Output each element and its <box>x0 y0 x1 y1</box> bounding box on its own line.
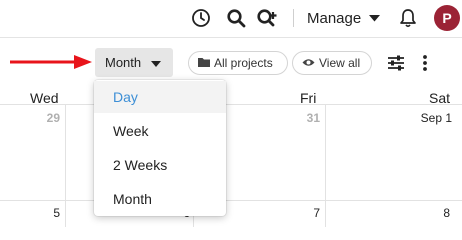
view-all-filter[interactable]: View all <box>292 51 372 75</box>
search-icon[interactable] <box>225 7 247 29</box>
date-cell-8[interactable]: 8 <box>430 206 450 220</box>
view-select-label: Month <box>105 55 142 70</box>
view-option-2-weeks[interactable]: 2 Weeks <box>94 149 226 181</box>
date-cell-sep-1[interactable]: Sep 1 <box>410 111 452 125</box>
grid-line <box>325 104 326 227</box>
grid-line <box>65 104 66 227</box>
topbar-divider <box>0 37 462 38</box>
sliders-icon[interactable] <box>385 52 407 74</box>
top-navigation-bar: Manage P <box>0 0 462 36</box>
eye-icon <box>302 56 315 70</box>
folder-icon <box>198 56 210 70</box>
manage-menu[interactable]: Manage <box>307 8 381 28</box>
month-calendar-grid: Wed Fri Sat 29 31 Sep 1 5 6 7 8 <box>0 82 462 227</box>
all-projects-filter[interactable]: All projects <box>188 51 288 75</box>
view-option-label: Week <box>113 123 149 139</box>
view-option-label: 2 Weeks <box>113 157 168 173</box>
red-arrow-annotation <box>10 55 92 69</box>
all-projects-label: All projects <box>214 56 273 70</box>
view-option-label: Month <box>113 191 152 207</box>
date-cell-5[interactable]: 5 <box>40 206 60 220</box>
manage-label: Manage <box>307 9 362 27</box>
view-dropdown-menu: Day Week 2 Weeks Month <box>94 80 226 216</box>
date-cell-31[interactable]: 31 <box>300 111 320 125</box>
toolbar-separator <box>293 9 294 27</box>
more-vertical-icon[interactable] <box>417 52 433 74</box>
date-cell-29[interactable]: 29 <box>40 111 60 125</box>
view-option-month[interactable]: Month <box>94 183 226 215</box>
caret-down-icon <box>369 14 381 22</box>
date-cell-7[interactable]: 7 <box>300 206 320 220</box>
grid-line <box>0 200 462 201</box>
view-all-label: View all <box>319 56 361 70</box>
avatar-letter: P <box>442 10 452 26</box>
view-option-week[interactable]: Week <box>94 115 226 147</box>
clock-icon[interactable] <box>190 7 212 29</box>
quick-add-icon[interactable] <box>255 7 279 29</box>
grid-line <box>0 104 462 105</box>
view-select-button[interactable]: Month <box>95 48 173 77</box>
bell-icon[interactable] <box>397 7 419 29</box>
caret-down-icon <box>151 55 162 70</box>
view-option-label: Day <box>113 89 138 105</box>
avatar[interactable]: P <box>434 5 460 31</box>
view-option-day[interactable]: Day <box>94 81 226 113</box>
